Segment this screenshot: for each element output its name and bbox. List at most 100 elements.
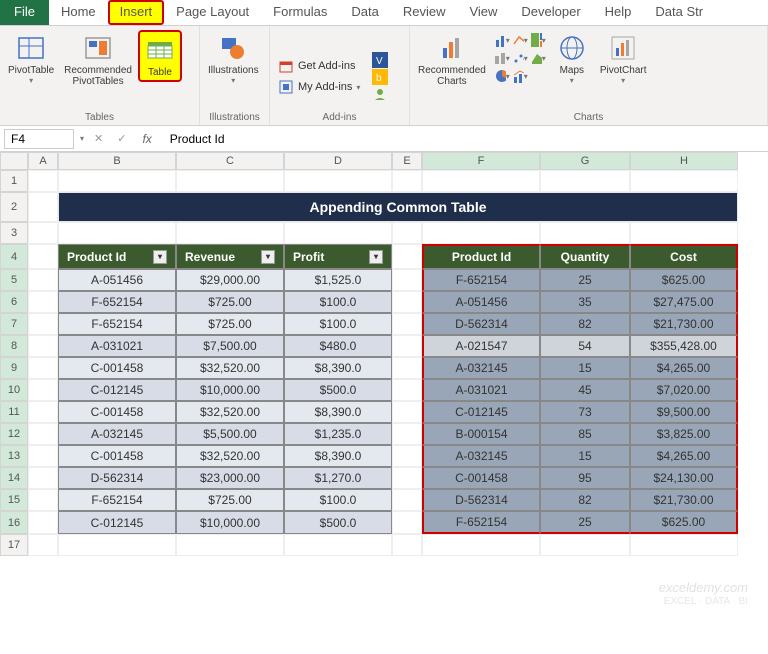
- cell[interactable]: [58, 222, 176, 244]
- col-head-d[interactable]: D: [284, 152, 392, 170]
- row-head[interactable]: 11: [0, 401, 28, 423]
- table-cell[interactable]: $4,265.00: [630, 445, 738, 467]
- cell[interactable]: [28, 423, 58, 445]
- cell[interactable]: [392, 401, 422, 423]
- row-head[interactable]: 6: [0, 291, 28, 313]
- table-cell[interactable]: F-652154: [58, 291, 176, 313]
- table-cell[interactable]: C-001458: [422, 467, 540, 489]
- cell[interactable]: [58, 534, 176, 556]
- table-cell[interactable]: $100.0: [284, 313, 392, 335]
- tab-home[interactable]: Home: [49, 0, 108, 25]
- cell[interactable]: [422, 534, 540, 556]
- table-cell[interactable]: 35: [540, 291, 630, 313]
- table-cell[interactable]: 82: [540, 313, 630, 335]
- name-box-dropdown-icon[interactable]: ▾: [80, 134, 84, 143]
- cell[interactable]: [392, 423, 422, 445]
- table-cell[interactable]: $8,390.0: [284, 401, 392, 423]
- table-cell[interactable]: $21,730.00: [630, 489, 738, 511]
- cell[interactable]: [392, 222, 422, 244]
- table-cell[interactable]: 73: [540, 401, 630, 423]
- table-cell[interactable]: $500.0: [284, 379, 392, 401]
- table-cell[interactable]: $32,520.00: [176, 357, 284, 379]
- cell[interactable]: [28, 269, 58, 291]
- row-head[interactable]: 12: [0, 423, 28, 445]
- scatter-chart-icon[interactable]: ▾: [512, 50, 528, 66]
- formula-input[interactable]: [164, 130, 764, 148]
- row-head[interactable]: 13: [0, 445, 28, 467]
- cell[interactable]: [284, 534, 392, 556]
- cell[interactable]: [28, 511, 58, 534]
- file-tab[interactable]: File: [0, 0, 49, 25]
- table-cell[interactable]: C-001458: [58, 357, 176, 379]
- cell[interactable]: [392, 357, 422, 379]
- cell[interactable]: [540, 222, 630, 244]
- cell[interactable]: [392, 379, 422, 401]
- table-cell[interactable]: D-562314: [58, 467, 176, 489]
- cell[interactable]: [392, 335, 422, 357]
- tab-developer[interactable]: Developer: [509, 0, 592, 25]
- table-cell[interactable]: $100.0: [284, 489, 392, 511]
- cell[interactable]: [28, 222, 58, 244]
- my-addins-button[interactable]: My Add-ins ▾: [274, 77, 364, 97]
- cell[interactable]: [422, 222, 540, 244]
- filter-icon[interactable]: ▾: [153, 250, 167, 264]
- table-cell[interactable]: $8,390.0: [284, 445, 392, 467]
- table-cell[interactable]: F-652154: [58, 313, 176, 335]
- row-head[interactable]: 8: [0, 335, 28, 357]
- cell[interactable]: [28, 489, 58, 511]
- recommended-pivottables-button[interactable]: Recommended PivotTables: [60, 30, 136, 89]
- cell[interactable]: [422, 170, 540, 192]
- table-cell[interactable]: 95: [540, 467, 630, 489]
- table-cell[interactable]: 25: [540, 269, 630, 291]
- cell[interactable]: [392, 511, 422, 534]
- cell[interactable]: [58, 170, 176, 192]
- table-cell[interactable]: $625.00: [630, 511, 738, 534]
- fx-icon[interactable]: fx: [136, 132, 157, 146]
- table-cell[interactable]: 54: [540, 335, 630, 357]
- row-head[interactable]: 5: [0, 269, 28, 291]
- right-header[interactable]: Quantity: [540, 244, 630, 269]
- line-chart-icon[interactable]: ▾: [512, 32, 528, 48]
- cell[interactable]: [630, 170, 738, 192]
- tab-data-str[interactable]: Data Str: [643, 0, 715, 25]
- cell[interactable]: [28, 192, 58, 222]
- left-header[interactable]: Product Id▾: [58, 244, 176, 269]
- table-cell[interactable]: 15: [540, 445, 630, 467]
- filter-icon[interactable]: ▾: [261, 250, 275, 264]
- left-header[interactable]: Revenue▾: [176, 244, 284, 269]
- table-cell[interactable]: $24,130.00: [630, 467, 738, 489]
- cell[interactable]: [392, 244, 422, 269]
- table-cell[interactable]: 45: [540, 379, 630, 401]
- table-cell[interactable]: A-032145: [422, 357, 540, 379]
- table-cell[interactable]: C-012145: [58, 379, 176, 401]
- recommended-charts-button[interactable]: Recommended Charts: [414, 30, 490, 89]
- tab-view[interactable]: View: [457, 0, 509, 25]
- pivottable-button[interactable]: PivotTable ▾: [4, 30, 58, 87]
- treemap-icon[interactable]: ▾: [530, 32, 546, 48]
- table-cell[interactable]: C-012145: [422, 401, 540, 423]
- table-cell[interactable]: $8,390.0: [284, 357, 392, 379]
- table-cell[interactable]: A-051456: [58, 269, 176, 291]
- table-cell[interactable]: $9,500.00: [630, 401, 738, 423]
- table-cell[interactable]: $1,270.0: [284, 467, 392, 489]
- table-cell[interactable]: 82: [540, 489, 630, 511]
- col-head-g[interactable]: G: [540, 152, 630, 170]
- cell[interactable]: [28, 244, 58, 269]
- tab-help[interactable]: Help: [593, 0, 644, 25]
- table-cell[interactable]: $625.00: [630, 269, 738, 291]
- table-cell[interactable]: $4,265.00: [630, 357, 738, 379]
- cell[interactable]: [176, 222, 284, 244]
- cancel-formula-icon[interactable]: ✕: [90, 132, 107, 145]
- illustrations-button[interactable]: Illustrations ▾: [204, 30, 263, 87]
- table-cell[interactable]: A-021547: [422, 335, 540, 357]
- name-box[interactable]: [4, 129, 74, 149]
- table-cell[interactable]: F-652154: [422, 511, 540, 534]
- tab-data[interactable]: Data: [339, 0, 390, 25]
- table-cell[interactable]: $29,000.00: [176, 269, 284, 291]
- right-header[interactable]: Cost: [630, 244, 738, 269]
- col-head-h[interactable]: H: [630, 152, 738, 170]
- cell[interactable]: [28, 445, 58, 467]
- table-cell[interactable]: A-032145: [422, 445, 540, 467]
- table-cell[interactable]: $10,000.00: [176, 511, 284, 534]
- cell[interactable]: [392, 534, 422, 556]
